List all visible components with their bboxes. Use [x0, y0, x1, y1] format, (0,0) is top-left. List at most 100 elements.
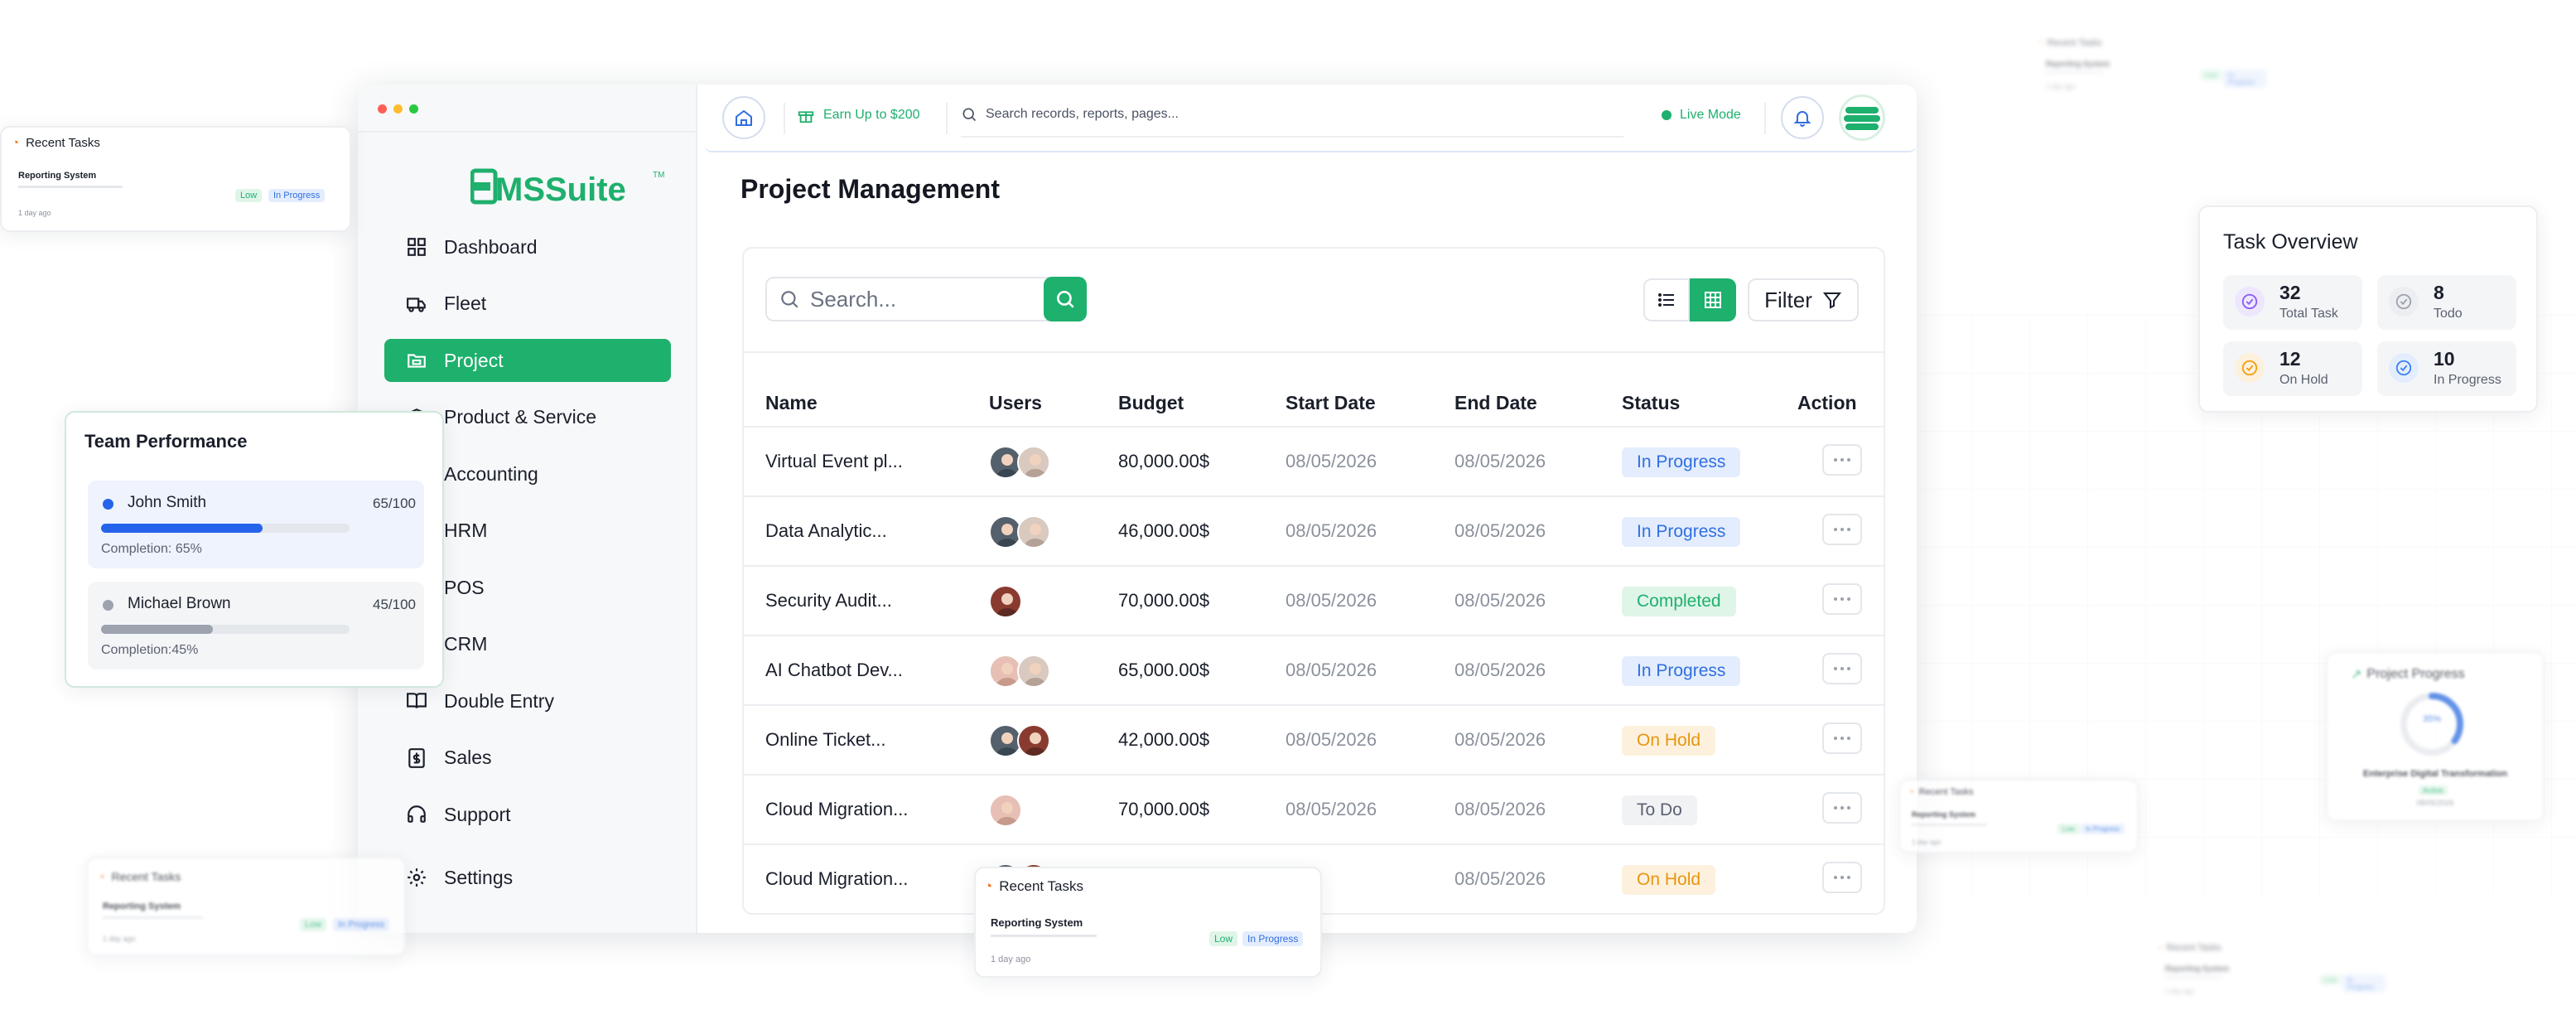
user-avatar[interactable] — [989, 794, 1022, 827]
more-actions-button[interactable] — [1822, 444, 1862, 476]
minimize-dot[interactable] — [393, 104, 403, 114]
status-badge: Completed — [1622, 587, 1736, 616]
maximize-dot[interactable] — [409, 104, 418, 114]
priority-badge: Low — [235, 189, 263, 202]
users-avatars — [989, 794, 1022, 827]
member-completion: Completion: 65% — [101, 542, 202, 556]
completion-bar — [101, 524, 350, 533]
check-circle-icon — [2389, 353, 2419, 383]
user-avatar[interactable] — [1017, 724, 1050, 757]
ellipsis-icon — [1834, 876, 1850, 879]
emssuite-logo: MSSuite TM — [470, 168, 664, 208]
table-row[interactable]: Online Ticket... 42,000.00$ 08/05/2026 08/0… — [744, 704, 1884, 774]
sidebar-item-project[interactable]: Project — [384, 339, 671, 382]
ellipsis-icon — [1834, 528, 1850, 531]
live-mode-label: Live Mode — [1680, 108, 1741, 122]
action-cell — [1822, 653, 1862, 684]
task-progress-line — [2165, 976, 2223, 979]
action-cell — [1822, 862, 1862, 893]
card-divider — [744, 351, 1884, 353]
member-item[interactable]: John Smith 65/100 Completion: 65% — [88, 481, 424, 568]
recent-tasks-header: ◔ Recent Tasks — [2157, 943, 2221, 953]
status-badge: On Hold — [1622, 726, 1716, 756]
user-avatar[interactable] — [1839, 94, 1885, 141]
bell-icon — [1793, 111, 1811, 127]
more-actions-button[interactable] — [1822, 514, 1862, 545]
global-search-input[interactable]: Search records, reports, pages... — [961, 106, 1179, 123]
task-title: Reporting System — [18, 171, 97, 181]
clock-icon: ◔ — [1908, 787, 1914, 797]
filter-button[interactable]: Filter — [1748, 278, 1859, 321]
user-avatar[interactable] — [1017, 655, 1050, 688]
sidebar-item-dashboard[interactable]: Dashboard — [384, 225, 671, 268]
ellipsis-icon — [1834, 737, 1850, 740]
status-badge: In Progress — [2081, 824, 2125, 834]
more-actions-button[interactable] — [1822, 862, 1862, 893]
project-progress-header: ↗ Project Progress — [2351, 666, 2465, 683]
ellipsis-icon — [1834, 667, 1850, 670]
project-name[interactable]: Cloud Migration... — [765, 799, 908, 820]
project-name[interactable]: Data Analytic... — [765, 520, 887, 542]
sidebar-item-settings[interactable]: Settings — [384, 856, 671, 899]
project-name[interactable]: AI Chatbot Dev... — [765, 660, 903, 681]
truck-icon — [407, 297, 426, 312]
user-avatar[interactable] — [1017, 446, 1050, 479]
top-bar: Earn Up to $200 Search records, reports,… — [704, 85, 1917, 152]
user-avatar[interactable] — [989, 585, 1022, 618]
more-actions-button[interactable] — [1822, 653, 1862, 684]
table-row[interactable]: Security Audit... 70,000.00$ 08/05/2026 08/… — [744, 565, 1884, 635]
logo-tm: TM — [653, 171, 664, 180]
status-badge: In Progress — [268, 189, 326, 202]
ellipsis-icon — [1834, 806, 1850, 810]
more-actions-button[interactable] — [1822, 792, 1862, 824]
table-row[interactable]: Data Analytic... 46,000.00$ 08/05/2026 08/0… — [744, 495, 1884, 565]
project-name[interactable]: Virtual Event pl... — [765, 451, 903, 472]
stat-total-task: 32 Total Task — [2223, 275, 2362, 330]
project-search-input[interactable]: Search... — [765, 277, 1072, 321]
project-name[interactable]: Cloud Migration... — [765, 868, 908, 890]
project-status-badge: Active — [2419, 785, 2448, 795]
priority-badge: Low — [2319, 974, 2342, 985]
table-row[interactable]: AI Chatbot Dev... 65,000.00$ 08/05/2026 08/… — [744, 635, 1884, 704]
task-age: 1 day ago — [1912, 839, 1942, 846]
notifications-button[interactable] — [1781, 96, 1824, 139]
grid-view-button[interactable] — [1690, 278, 1736, 321]
earn-link[interactable]: Earn Up to $200 — [797, 106, 920, 124]
sidebar-item-support[interactable]: Support — [384, 793, 671, 836]
grid-icon — [1705, 292, 1721, 308]
sidebar-item-sales[interactable]: Sales — [384, 737, 671, 780]
gift-icon — [798, 111, 814, 123]
end-date: 08/05/2026 — [1454, 729, 1546, 750]
budget-value: 80,000.00$ — [1118, 451, 1210, 471]
user-avatar[interactable] — [1017, 515, 1050, 549]
project-name[interactable]: Online Ticket... — [765, 729, 886, 751]
close-dot[interactable] — [378, 104, 387, 114]
sidebar-item-fleet[interactable]: Fleet — [384, 283, 671, 326]
sidebar-item-label: Fleet — [444, 292, 487, 314]
task-progress-line — [103, 916, 202, 919]
team-performance-card: Team Performance John Smith 65/100 Compl… — [65, 411, 444, 688]
stat-label: Total Task — [2279, 307, 2338, 321]
task-title: Reporting System — [1912, 810, 1976, 819]
sidebar-item-label: Dashboard — [444, 235, 538, 258]
list-view-button[interactable] — [1643, 278, 1690, 321]
member-item[interactable]: Michael Brown 45/100 Completion:45% — [88, 582, 424, 669]
sidebar-item-label: HRM — [444, 520, 488, 541]
recent-tasks-title: Recent Tasks — [2166, 943, 2221, 953]
project-name[interactable]: Security Audit... — [765, 590, 892, 611]
end-date: 08/05/2026 — [1454, 520, 1546, 541]
search-button[interactable] — [1044, 277, 1087, 321]
home-button[interactable] — [722, 96, 765, 139]
ellipsis-icon — [1834, 597, 1850, 601]
more-actions-button[interactable] — [1822, 583, 1862, 615]
live-mode-toggle[interactable]: Live Mode — [1662, 108, 1741, 123]
check-circle-icon — [2389, 287, 2419, 317]
more-actions-button[interactable] — [1822, 723, 1862, 754]
table-row[interactable]: Virtual Event pl... 80,000.00$ 08/05/2026 0… — [744, 426, 1884, 495]
end-date: 08/05/2026 — [1454, 451, 1546, 471]
table-row[interactable]: Cloud Migration... 70,000.00$ 08/05/2026 08… — [744, 774, 1884, 843]
stat-value: 32 — [2279, 282, 2301, 303]
sidebar-divider — [358, 131, 696, 133]
member-name: Michael Brown — [128, 595, 231, 612]
action-cell — [1822, 583, 1862, 615]
